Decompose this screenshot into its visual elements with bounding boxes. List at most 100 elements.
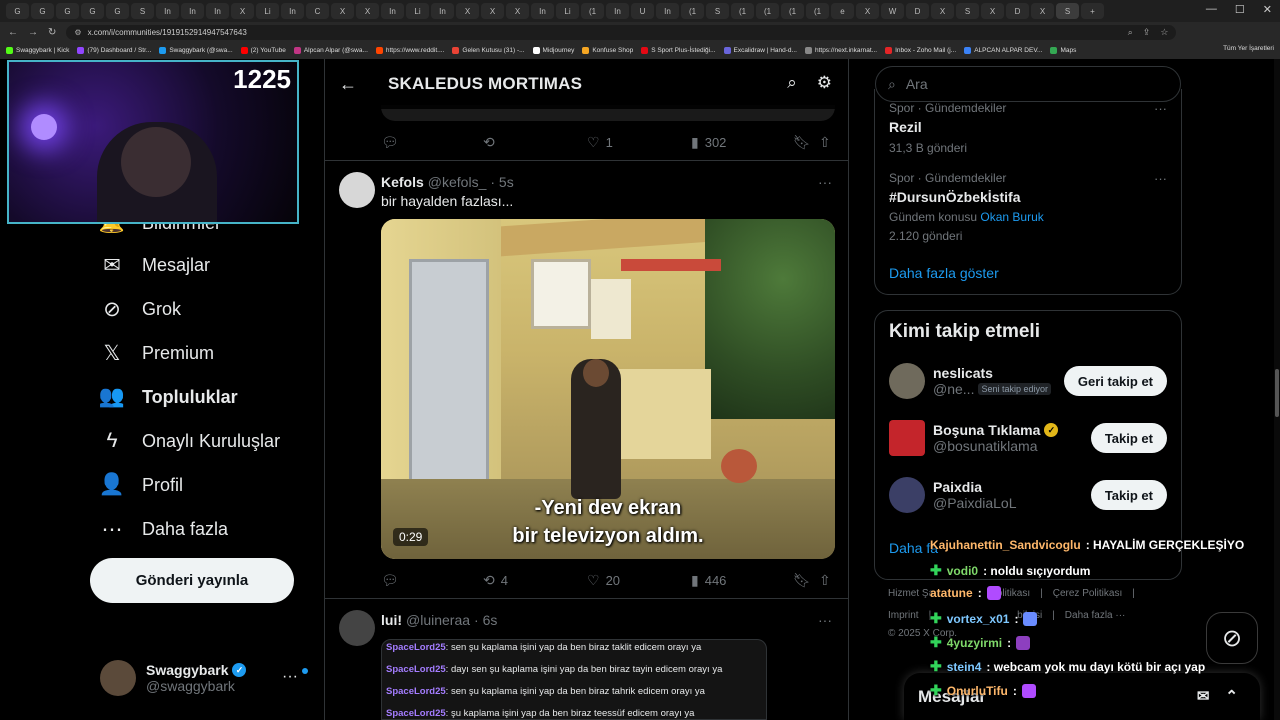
search-icon[interactable]: ⌕ — [787, 73, 797, 93]
bookmark-item[interactable]: Alpcan Alpar (@swa... — [293, 47, 368, 54]
post-author[interactable]: Kefols — [381, 174, 424, 190]
back-arrow-icon[interactable]: ← — [339, 74, 359, 95]
trend-item[interactable]: Spor · Gündemdekiler #DursunÖzbekİstifa … — [889, 171, 1044, 243]
browser-tab[interactable]: In — [206, 3, 229, 19]
post-avatar[interactable] — [339, 172, 375, 208]
zoom-icon[interactable]: ⌕ — [1128, 27, 1133, 38]
nav-item-profile[interactable]: 👤 Profil — [99, 473, 183, 497]
bookmark-star-icon[interactable]: ☆ — [1160, 27, 1168, 38]
browser-tab[interactable]: X — [481, 3, 504, 19]
like-button[interactable]: ♡ 20 — [587, 572, 620, 589]
footer-link[interactable]: Daha fazla ··· — [1065, 610, 1126, 621]
nav-item-grok[interactable]: ⊘ Grok — [100, 297, 181, 321]
browser-tab[interactable]: (1 — [731, 3, 754, 19]
browser-tab[interactable]: S — [706, 3, 729, 19]
browser-tab[interactable]: D — [1006, 3, 1029, 19]
bookmark-item[interactable]: Excalidraw | Hand-d... — [723, 47, 797, 54]
maximize-icon[interactable]: ☐ — [1235, 3, 1245, 16]
all-bookmarks-link[interactable]: Tüm Yer İşaretleri — [1223, 45, 1274, 52]
post-more-icon[interactable]: ··· — [818, 174, 832, 190]
browser-tab[interactable]: In — [531, 3, 554, 19]
browser-tab[interactable]: In — [606, 3, 629, 19]
browser-tab[interactable]: (1 — [781, 3, 804, 19]
trend-topic-link[interactable]: Okan Buruk — [980, 210, 1043, 224]
views-button[interactable]: ▮ 302 — [691, 134, 726, 151]
browser-tab[interactable]: X — [231, 3, 254, 19]
browser-tab[interactable]: X — [331, 3, 354, 19]
post-button[interactable]: Gönderi yayınla — [90, 558, 294, 603]
browser-tab[interactable]: X — [856, 3, 879, 19]
new-tab-icon[interactable]: + — [1081, 3, 1104, 19]
browser-tab[interactable]: S — [131, 3, 154, 19]
bookmark-item[interactable]: S Sport Plus-İstediği... — [641, 47, 716, 54]
post-video[interactable]: -Yeni dev ekran bir televizyon aldım. 0:… — [381, 219, 835, 559]
bookmark-item[interactable]: https://www.reddit.... — [375, 47, 444, 54]
trend-more-icon[interactable]: ··· — [1154, 101, 1167, 116]
browser-tab[interactable]: G — [31, 3, 54, 19]
browser-tab[interactable]: X — [1031, 3, 1054, 19]
more-dots-icon[interactable]: ··· — [282, 668, 298, 686]
share-button[interactable]: ⇧ — [819, 572, 831, 589]
footer-link[interactable]: Hizmet Şa — [888, 588, 934, 599]
bookmark-item[interactable]: (79) Dashboard / Str... — [77, 47, 151, 54]
like-button[interactable]: ♡ 1 — [587, 134, 613, 151]
nav-item-more[interactable]: ⋯ Daha fazla — [100, 517, 229, 541]
browser-tab[interactable]: S — [956, 3, 979, 19]
trend-item[interactable]: Spor · Gündemdekiler Rezil 31,3 B gönder… — [889, 101, 1006, 155]
post-handle[interactable]: @luineraa — [406, 612, 470, 628]
browser-tab[interactable]: In — [431, 3, 454, 19]
browser-tab[interactable]: In — [181, 3, 204, 19]
post-author[interactable]: lui! — [381, 612, 402, 628]
browser-tab[interactable]: G — [106, 3, 129, 19]
bookmark-item[interactable]: Swaggybark | Kick — [6, 47, 69, 54]
browser-tab[interactable]: X — [981, 3, 1004, 19]
browser-tab[interactable]: U — [631, 3, 654, 19]
post-avatar[interactable] — [339, 610, 375, 646]
browser-tab[interactable]: (1 — [806, 3, 829, 19]
repost-button[interactable]: ⟲ — [483, 134, 501, 151]
post-image-chat-screenshot[interactable]: SpaceLord25: sen şu kaplama işini yap da… — [381, 639, 767, 720]
scrollbar-thumb[interactable] — [1275, 369, 1279, 417]
browser-tab[interactable]: Li — [256, 3, 279, 19]
bookmark-item[interactable]: ALPCAN ALPAR DEV... — [964, 47, 1042, 54]
repost-button[interactable]: ⟲ 4 — [483, 572, 508, 589]
show-more-link[interactable]: Daha fazla göster — [889, 265, 999, 281]
browser-tab[interactable]: Li — [406, 3, 429, 19]
browser-tab[interactable]: C — [306, 3, 329, 19]
browser-tab[interactable]: X — [356, 3, 379, 19]
footer-link[interactable]: Çerez Politikası — [1053, 588, 1122, 599]
trend-more-icon[interactable]: ··· — [1154, 171, 1167, 186]
share-button[interactable]: ⇧ — [819, 134, 831, 151]
page-scrollbar[interactable] — [1274, 59, 1280, 720]
browser-tab[interactable]: S — [1056, 3, 1079, 19]
grok-floating-button[interactable]: ⊘ — [1206, 612, 1258, 664]
browser-tab[interactable]: (1 — [581, 3, 604, 19]
url-input[interactable]: ⚙ x.com/i/communities/191915291494754764… — [66, 24, 1177, 40]
reply-button[interactable]: 💬︎ — [381, 572, 405, 589]
browser-tab[interactable]: In — [381, 3, 404, 19]
new-message-icon[interactable]: ✉ — [1197, 687, 1210, 705]
search-input[interactable]: ⌕ Ara — [875, 66, 1181, 102]
post-time[interactable]: · 5s — [490, 174, 513, 190]
follow-back-button[interactable]: Geri takip et — [1063, 366, 1167, 396]
follow-button[interactable]: Takip et — [1090, 423, 1167, 453]
browser-tab[interactable]: In — [656, 3, 679, 19]
nav-item-messages[interactable]: ✉ Mesajlar — [100, 253, 210, 277]
browser-tab[interactable]: e — [831, 3, 854, 19]
browser-tab[interactable]: G — [6, 3, 29, 19]
forward-nav-icon[interactable]: → — [28, 27, 38, 38]
browser-tab[interactable]: Li — [556, 3, 579, 19]
bookmark-item[interactable]: Inbox - Zoho Mail (j... — [885, 47, 956, 54]
browser-tab[interactable]: In — [281, 3, 304, 19]
bookmark-item[interactable]: Maps — [1050, 47, 1076, 54]
post-handle[interactable]: @kefols_ — [428, 174, 487, 190]
bookmark-button[interactable]: 🔖︎ — [793, 134, 811, 151]
settings-gear-icon[interactable]: ⚙ — [817, 73, 832, 93]
browser-tab[interactable]: X — [506, 3, 529, 19]
browser-tab[interactable]: G — [81, 3, 104, 19]
views-button[interactable]: ▮ 446 — [691, 572, 726, 589]
browser-tab[interactable]: G — [56, 3, 79, 19]
browser-tab[interactable]: X — [931, 3, 954, 19]
reply-button[interactable]: 💬︎ — [381, 134, 405, 151]
nav-item-communities[interactable]: 👥 Topluluklar — [99, 385, 238, 409]
